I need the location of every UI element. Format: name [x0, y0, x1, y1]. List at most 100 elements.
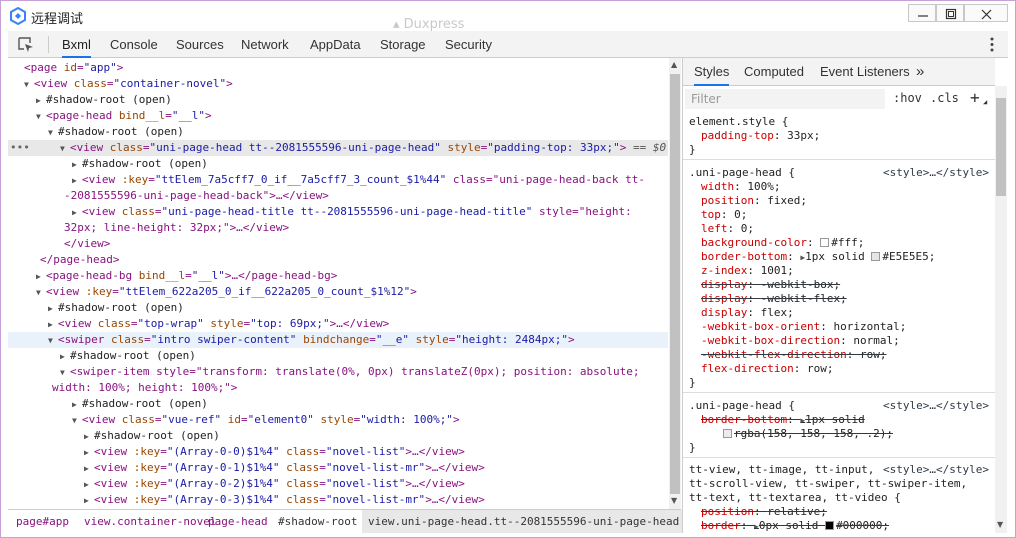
css-selector[interactable]: tt-text, tt-textarea, tt-video {	[689, 491, 901, 505]
tab-appdata[interactable]: AppData	[310, 31, 361, 58]
expand-triangle-icon[interactable]: ▶	[84, 477, 94, 493]
tab-event-listeners[interactable]: Event Listeners	[820, 58, 910, 86]
css-property[interactable]: border-bottom: ▶1px solid	[701, 413, 865, 427]
dom-node-line[interactable]: -2081555596-uni-page-head-back">…</view>	[64, 188, 329, 204]
expand-triangle-icon[interactable]: ▶	[72, 205, 82, 221]
collapse-triangle-icon[interactable]: ▼	[60, 365, 70, 381]
styles-filter-input[interactable]: Filter	[685, 89, 885, 109]
dom-node-line[interactable]: ▼ <view class="uni-page-head tt--20815555…	[60, 140, 666, 156]
dom-node-line[interactable]: </view>	[64, 236, 110, 252]
css-property[interactable]: display: -webkit-box;	[701, 278, 840, 292]
css-property[interactable]: position: fixed;	[701, 194, 807, 208]
styles-scrollbar-thumb[interactable]	[996, 98, 1006, 196]
color-swatch[interactable]	[820, 238, 830, 247]
inspect-element-icon[interactable]	[18, 37, 34, 53]
shadow-root-node[interactable]: ▶ #shadow-root (open)	[72, 396, 208, 412]
tab-security[interactable]: Security	[445, 31, 492, 58]
dom-node-line[interactable]: ▼ <view :key="ttElem_622a205_0_if__622a20…	[36, 284, 417, 300]
css-property[interactable]: z-index: 1001;	[701, 264, 794, 278]
tab-sources[interactable]: Sources	[176, 31, 224, 58]
expand-triangle-icon[interactable]: ▶	[84, 461, 94, 477]
color-swatch[interactable]	[825, 521, 835, 530]
collapse-triangle-icon[interactable]: ▼	[36, 109, 46, 125]
expand-triangle-icon[interactable]: ▶	[60, 349, 70, 365]
css-property[interactable]: border: ▶0px solid #000000;	[701, 519, 889, 533]
css-rule[interactable]: element.style {padding-top: 33px;}	[683, 112, 995, 160]
dom-node-line[interactable]: ▼ <page-head bind__l="__l">	[36, 108, 212, 124]
expand-triangle-icon[interactable]: ▶	[754, 522, 759, 531]
collapse-triangle-icon[interactable]: ▼	[48, 125, 58, 141]
dom-node-line[interactable]: width: 100%; height: 100%;">	[52, 380, 237, 396]
collapse-triangle-icon[interactable]: ▼	[60, 141, 70, 157]
css-property[interactable]: background-color: #fff;	[701, 236, 864, 250]
css-property[interactable]: rgba(158, 158, 158, .2);	[723, 427, 893, 441]
css-property[interactable]: display: flex;	[701, 306, 794, 320]
more-tabs-icon[interactable]: »	[916, 58, 924, 86]
tab-network[interactable]: Network	[241, 31, 289, 58]
css-selector[interactable]: .uni-page-head {	[689, 166, 795, 180]
dom-node-line[interactable]: ▼ <view class="vue-ref" id="element0" sty…	[72, 412, 460, 428]
expand-triangle-icon[interactable]: ▶	[72, 157, 82, 173]
dom-node-line[interactable]: ▶ <view :key="(Array-0-2)$1%4" class="nov…	[84, 476, 465, 492]
collapse-triangle-icon[interactable]: ▼	[24, 77, 34, 93]
tab-bxml[interactable]: Bxml	[62, 31, 91, 58]
css-source-link[interactable]: <style>…</style>	[883, 463, 989, 477]
expand-triangle-icon[interactable]: ▶	[36, 269, 46, 285]
css-property[interactable]: position: relative;	[701, 505, 827, 519]
dom-node-line[interactable]: ▶ <view :key="(Array-0-0)$1%4" class="nov…	[84, 444, 465, 460]
more-options-icon[interactable]	[990, 37, 994, 52]
expand-triangle-icon[interactable]: ▶	[84, 429, 94, 445]
tab-console[interactable]: Console	[110, 31, 158, 58]
collapse-triangle-icon[interactable]: ▼	[36, 285, 46, 301]
expand-triangle-icon[interactable]: ▶	[800, 416, 805, 425]
dom-node-line[interactable]: ▼ <view class="container-novel">	[24, 76, 233, 92]
dom-node-line[interactable]: ▶ <view :key="ttElem_7a5cff7_0_if__7a5cff…	[72, 172, 645, 188]
class-toggle[interactable]: .cls	[930, 91, 959, 105]
breadcrumb-item[interactable]: view.container-novel	[84, 515, 216, 528]
tab-storage[interactable]: Storage	[380, 31, 426, 58]
shadow-root-node[interactable]: ▶ #shadow-root (open)	[36, 92, 172, 108]
css-property[interactable]: display: -webkit-flex;	[701, 292, 847, 306]
node-actions-dots[interactable]: •••	[10, 141, 30, 154]
css-source-link[interactable]: <style>…</style>	[883, 399, 989, 413]
hover-state-toggle[interactable]: :hov	[893, 91, 922, 105]
scroll-down-icon[interactable]: ▼	[997, 520, 1003, 529]
css-property[interactable]: left: 0;	[701, 222, 754, 236]
css-selector[interactable]: tt-view, tt-image, tt-input,	[689, 463, 874, 477]
css-rule[interactable]: tt-view, tt-image, tt-input, <style>…</st…	[683, 460, 995, 533]
shadow-root-node[interactable]: ▶ #shadow-root (open)	[84, 428, 220, 444]
expand-triangle-icon[interactable]: ▶	[800, 253, 805, 262]
dom-node-line[interactable]: ▶ <view class="uni-page-head-title tt--20…	[72, 204, 632, 220]
elements-scrollbar[interactable]: ▲ ▼	[669, 58, 681, 509]
dom-node-line[interactable]: ▶ <view :key="(Array-0-3)$1%4" class="nov…	[84, 492, 485, 508]
elements-tree[interactable]: ••• <page id="app"> ▼ <view class="contain…	[8, 58, 668, 509]
css-selector[interactable]: element.style {	[689, 115, 788, 129]
dom-node-line[interactable]: </page-head>	[40, 252, 119, 268]
expand-triangle-icon[interactable]: ▶	[48, 317, 58, 333]
css-selector[interactable]: tt-scroll-view, tt-swiper, tt-swiper-ite…	[689, 477, 967, 491]
expand-triangle-icon[interactable]: ▶	[48, 301, 58, 317]
color-swatch[interactable]	[871, 252, 881, 261]
expand-triangle-icon[interactable]: ▶	[72, 397, 82, 413]
css-source-link[interactable]: <style>…</style>	[883, 166, 989, 180]
dom-node-line[interactable]: ▼ <swiper class="intro swiper-content" bi…	[48, 332, 575, 348]
scroll-down-icon[interactable]: ▼	[671, 496, 677, 505]
color-swatch[interactable]	[723, 429, 732, 438]
dom-node-line[interactable]: 32px; line-height: 32px;">…</view>	[64, 220, 289, 236]
elements-scrollbar-thumb[interactable]	[670, 74, 680, 494]
css-property[interactable]: -webkit-flex-direction: row;	[701, 348, 886, 362]
css-property[interactable]: padding-top: 33px;	[701, 129, 820, 143]
collapse-triangle-icon[interactable]: ▼	[72, 413, 82, 429]
new-rule-button[interactable]: +	[970, 88, 980, 107]
shadow-root-node[interactable]: ▶ #shadow-root (open)	[72, 156, 208, 172]
breadcrumb-item[interactable]: page-head	[208, 515, 268, 528]
css-rule[interactable]: .uni-page-head {<style>…</style> border-b…	[683, 396, 995, 458]
css-property[interactable]: border-bottom: ▶1px solid #E5E5E5;	[701, 250, 935, 264]
breadcrumb-item[interactable]: #shadow-root	[278, 515, 357, 528]
css-property[interactable]: top: 0;	[701, 208, 747, 222]
css-property[interactable]: -webkit-box-direction: normal;	[701, 334, 900, 348]
expand-triangle-icon[interactable]: ▶	[84, 445, 94, 461]
breadcrumb-item-active[interactable]: view.uni-page-head.tt--2081555596-uni-pa…	[362, 510, 686, 533]
shadow-root-node[interactable]: ▶ #shadow-root (open)	[48, 300, 184, 316]
dom-node-line[interactable]: ▶ <view :key="(Array-0-1)$1%4" class="nov…	[84, 460, 485, 476]
